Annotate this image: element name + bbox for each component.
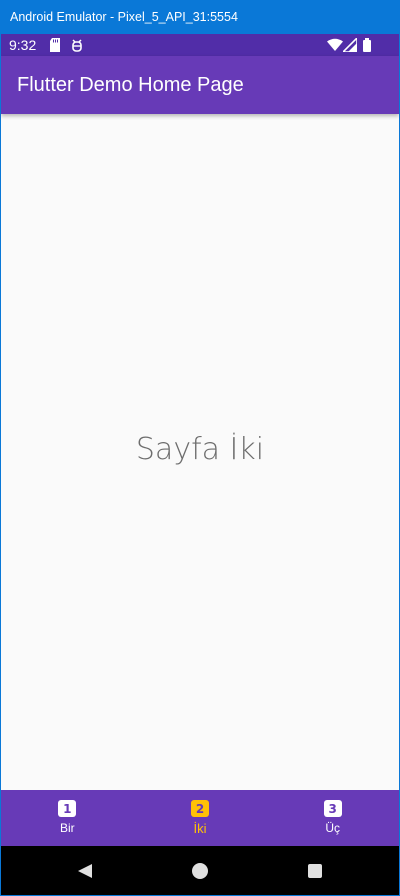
recents-icon[interactable]: [307, 863, 323, 879]
status-bar: 9:32: [1, 34, 399, 56]
bottom-navigation-bar: 1 Bir 2 İki 3 Üç: [1, 790, 399, 846]
system-navigation-bar: [1, 846, 399, 895]
nav-item-label: Bir: [60, 821, 75, 835]
number-two-icon: 2: [191, 800, 209, 817]
number-three-icon: 3: [323, 800, 342, 817]
sd-card-icon: [50, 38, 60, 52]
page-body-text: Sayfa İki: [135, 432, 265, 467]
nav-item-label: Üç: [325, 821, 341, 835]
number-one-icon: 1: [58, 800, 77, 817]
page-content: Sayfa İki: [1, 114, 399, 790]
page-title: Flutter Demo Home Page: [17, 74, 244, 96]
debug-icon: [72, 39, 82, 52]
nav-item-label: İki: [193, 821, 207, 836]
nav-item-iki[interactable]: 2 İki: [134, 790, 267, 846]
device-screen: 9:32 Flutter Demo Home Page Sayfa İki 1 …: [0, 34, 400, 896]
wifi-icon: [327, 38, 343, 51]
battery-icon: [363, 38, 371, 52]
nav-item-bir[interactable]: 1 Bir: [1, 790, 134, 846]
home-icon[interactable]: [192, 863, 208, 879]
emulator-window-title: Android Emulator - Pixel_5_API_31:5554: [0, 0, 400, 34]
signal-icon: [343, 38, 357, 52]
status-time: 9:32: [9, 37, 37, 53]
back-icon[interactable]: [77, 863, 93, 879]
app-bar: Flutter Demo Home Page: [1, 56, 399, 114]
nav-item-uc[interactable]: 3 Üç: [266, 790, 399, 846]
